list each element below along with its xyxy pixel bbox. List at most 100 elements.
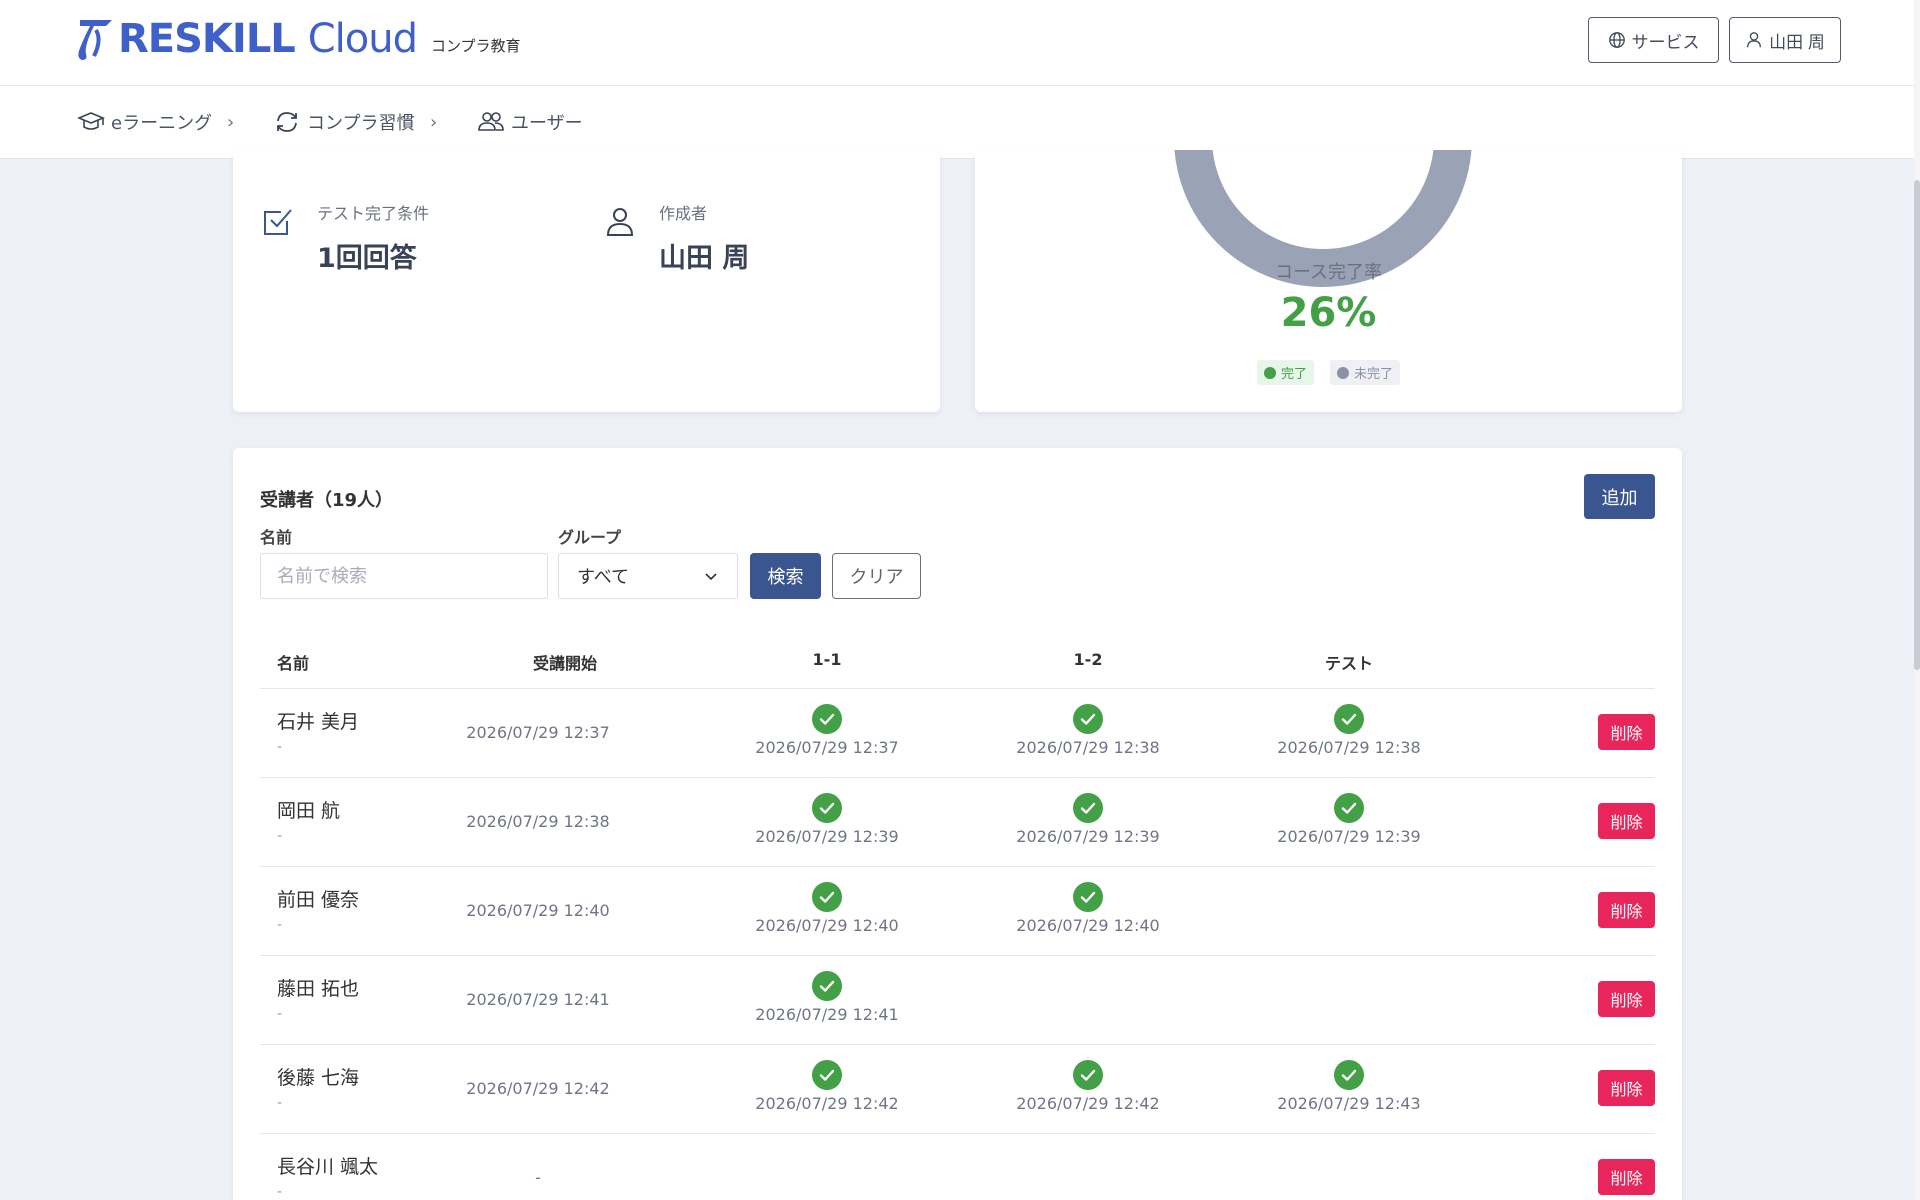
breadcrumb-elearning[interactable]: eラーニング: [77, 108, 212, 136]
chevron-down-icon: [705, 573, 717, 581]
users-icon: [478, 112, 504, 131]
participants-title: 受講者（19人）: [260, 490, 394, 511]
delete-button[interactable]: 削除: [1598, 1070, 1655, 1106]
undone-dot-icon: [1337, 366, 1349, 379]
progress-cell-test: 2026/07/29 12:43: [1249, 1060, 1449, 1113]
completed-check-icon: [1073, 882, 1103, 912]
breadcrumb-label: eラーニング: [111, 113, 213, 134]
scrollbar-thumb[interactable]: [1914, 180, 1920, 670]
participant-group: -: [277, 1095, 283, 1111]
search-button[interactable]: 検索: [750, 553, 821, 599]
completed-datetime: 2026/07/29 12:42: [755, 1094, 899, 1113]
column-header-start[interactable]: 受講開始: [465, 650, 665, 674]
participant-group: -: [277, 917, 283, 933]
participants-card: 受講者（19人） 追加 名前 グループ すべて 検索 クリア 名前 受講開始 1…: [233, 448, 1682, 1200]
progress-cell-c1: 2026/07/29 12:37: [727, 704, 927, 757]
progress-cell-c1: 2026/07/29 12:40: [727, 882, 927, 935]
course-info-card: テスト完了条件 1回回答 作成者 山田 周: [233, 150, 940, 412]
logo-text: RESKILL Cloud: [118, 16, 418, 62]
user-icon: [1747, 32, 1762, 48]
participant-name[interactable]: 藤田 拓也: [277, 974, 359, 1001]
participant-group: -: [277, 1184, 283, 1200]
group-select[interactable]: すべて: [558, 553, 738, 599]
chevron-right-icon: ›: [430, 112, 438, 133]
delete-button[interactable]: 削除: [1598, 1159, 1655, 1195]
completed-check-icon: [812, 793, 842, 823]
start-datetime: 2026/07/29 12:38: [466, 812, 610, 831]
clear-button[interactable]: クリア: [832, 553, 921, 599]
column-header-name[interactable]: 名前: [277, 650, 309, 674]
participant-name[interactable]: 石井 美月: [277, 707, 359, 734]
author-label: 作成者: [659, 204, 708, 223]
breadcrumb-compliance-habit[interactable]: コンプラ習慣: [273, 108, 414, 136]
table-row[interactable]: 後藤 七海 - 2026/07/29 12:42 2026/07/29 12:42 20…: [260, 1045, 1655, 1134]
delete-button[interactable]: 削除: [1598, 714, 1655, 750]
column-header-1-2[interactable]: 1-2: [988, 650, 1188, 669]
completed-datetime: 2026/07/29 12:39: [1277, 827, 1421, 846]
user-menu-button[interactable]: 山田 周: [1729, 17, 1841, 63]
delete-button[interactable]: 削除: [1598, 892, 1655, 928]
start-datetime: 2026/07/29 12:40: [466, 901, 610, 920]
legend-done: 完了: [1256, 360, 1314, 385]
name-search-input[interactable]: [260, 553, 548, 599]
completed-datetime: 2026/07/29 12:37: [755, 738, 899, 757]
progress-cell-c2: 2026/07/29 12:42: [988, 1060, 1188, 1113]
completion-rate-label: コース完了率: [1274, 262, 1383, 283]
completed-check-icon: [812, 882, 842, 912]
completed-datetime: 2026/07/29 12:38: [1016, 738, 1160, 757]
participant-group: -: [277, 828, 283, 844]
delete-button[interactable]: 削除: [1598, 981, 1655, 1017]
table-row[interactable]: 藤田 拓也 - 2026/07/29 12:41 2026/07/29 12:41 削除: [260, 956, 1655, 1045]
completed-check-icon: [1073, 793, 1103, 823]
user-icon: [606, 208, 634, 236]
table-row[interactable]: 石井 美月 - 2026/07/29 12:37 2026/07/29 12:37 20…: [260, 689, 1655, 778]
column-header-test[interactable]: テスト: [1249, 650, 1449, 674]
progress-cell-c1: 2026/07/29 12:41: [727, 971, 927, 1024]
progress-cell-test: 2026/07/29 12:39: [1249, 793, 1449, 846]
completed-datetime: 2026/07/29 12:43: [1277, 1094, 1421, 1113]
participant-name[interactable]: 岡田 航: [277, 796, 340, 823]
done-dot-icon: [1263, 366, 1276, 379]
logo-mark-icon: [78, 20, 112, 60]
participant-name[interactable]: 前田 優奈: [277, 885, 359, 912]
author-info: 作成者 山田 周: [603, 200, 749, 275]
graduation-cap-icon: [77, 112, 105, 130]
completion-condition-label: テスト完了条件: [317, 204, 430, 223]
group-select-value: すべて: [577, 567, 630, 588]
group-filter-label: グループ: [558, 528, 622, 547]
completed-check-icon: [812, 704, 842, 734]
checkbox-icon: [264, 209, 292, 235]
completed-check-icon: [1073, 1060, 1103, 1090]
progress-cell-c2: 2026/07/29 12:39: [988, 793, 1188, 846]
participant-name[interactable]: 後藤 七海: [277, 1063, 359, 1090]
completed-datetime: 2026/07/29 12:42: [1016, 1094, 1160, 1113]
completed-check-icon: [1334, 793, 1364, 823]
table-row[interactable]: 前田 優奈 - 2026/07/29 12:40 2026/07/29 12:40 20…: [260, 867, 1655, 956]
progress-cell-c2: 2026/07/29 12:38: [988, 704, 1188, 757]
table-row[interactable]: 岡田 航 - 2026/07/29 12:38 2026/07/29 12:39 202…: [260, 778, 1655, 867]
reskill-cloud-logo[interactable]: RESKILL Cloud コンプラ教育: [72, 16, 521, 62]
completion-condition-value: 1回回答: [317, 243, 417, 274]
chevron-right-icon: ›: [227, 112, 235, 133]
chart-legend: 完了 未完了: [975, 360, 1682, 385]
completed-check-icon: [812, 971, 842, 1001]
progress-cell-c2: 2026/07/29 12:40: [988, 882, 1188, 935]
page-scrollbar[interactable]: [1914, 0, 1920, 1200]
completed-datetime: 2026/07/29 12:41: [755, 1005, 899, 1024]
column-header-1-1[interactable]: 1-1: [727, 650, 927, 669]
legend-undone: 未完了: [1330, 360, 1401, 385]
breadcrumb-label: コンプラ習慣: [307, 113, 415, 134]
completed-datetime: 2026/07/29 12:38: [1277, 738, 1421, 757]
donut-undone-segment: [1174, 150, 1472, 287]
service-menu-button[interactable]: サービス: [1588, 17, 1719, 63]
participant-group: -: [277, 739, 283, 755]
breadcrumb-users[interactable]: ユーザー: [477, 108, 583, 136]
progress-cell-c1: 2026/07/29 12:42: [727, 1060, 927, 1113]
completed-check-icon: [1073, 704, 1103, 734]
participant-name[interactable]: 長谷川 颯太: [277, 1152, 378, 1179]
add-participant-button[interactable]: 追加: [1584, 474, 1655, 519]
progress-cell-test: 2026/07/29 12:38: [1249, 704, 1449, 757]
delete-button[interactable]: 削除: [1598, 803, 1655, 839]
table-row[interactable]: 長谷川 颯太 - - 削除: [260, 1134, 1655, 1200]
author-value: 山田 周: [659, 243, 750, 274]
